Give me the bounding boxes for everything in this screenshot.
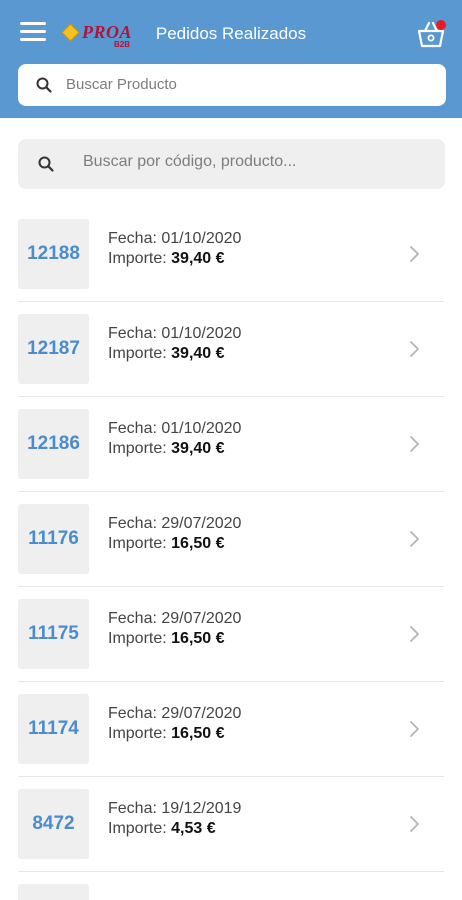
order-code-box [18, 884, 89, 900]
order-amount-label: Importe: [108, 725, 172, 742]
order-code-box: 8472 [18, 789, 89, 859]
order-amount-label: Importe: [108, 345, 172, 362]
order-amount-value: 16,50 € [171, 725, 225, 742]
order-date: Fecha: 29/07/2020 [108, 610, 241, 628]
order-amount-label: Importe: [108, 630, 172, 647]
order-date-label: Fecha: [108, 230, 162, 247]
cart-button[interactable] [414, 18, 448, 50]
order-code-box: 11176 [18, 504, 89, 574]
chevron-right-icon [410, 246, 419, 262]
order-date-label: Fecha: [108, 420, 162, 437]
order-date-label: Fecha: [108, 325, 162, 342]
order-date-value: 19/12/2019 [161, 800, 242, 817]
search-icon [38, 156, 54, 172]
chevron-right-icon [410, 531, 419, 547]
order-amount: Importe: 39,40 € [108, 250, 225, 268]
order-date-value: 29/07/2020 [161, 515, 242, 532]
order-date-value: 29/07/2020 [161, 610, 242, 627]
order-code-box: 11175 [18, 599, 89, 669]
order-code: 11174 [28, 718, 79, 739]
app-header: PROA B2B Pedidos Realizados Buscar Produ… [0, 0, 462, 118]
order-code-box: 12186 [18, 409, 89, 479]
chevron-right-icon [410, 341, 419, 357]
chevron-right-icon [410, 626, 419, 642]
order-date-value: 01/10/2020 [161, 325, 242, 342]
search-icon [36, 77, 52, 93]
order-amount: Importe: 16,50 € [108, 535, 225, 553]
order-amount-value: 16,50 € [171, 535, 225, 552]
chevron-right-icon [410, 721, 419, 737]
order-amount: Importe: 16,50 € [108, 725, 225, 743]
order-amount-value: 39,40 € [171, 440, 225, 457]
order-amount: Importe: 4,53 € [108, 820, 216, 838]
order-list-item[interactable]: 11176 Fecha: 29/07/2020 Importe: 16,50 € [0, 492, 462, 587]
order-date: Fecha: 01/10/2020 [108, 230, 241, 248]
order-code-box: 12188 [18, 219, 89, 289]
order-date-label: Fecha: [108, 610, 162, 627]
order-amount-value: 39,40 € [171, 250, 225, 267]
chevron-right-icon [410, 436, 419, 452]
order-code: 12188 [27, 243, 80, 264]
order-amount: Importe: 16,50 € [108, 630, 225, 648]
order-date-label: Fecha: [108, 705, 162, 722]
product-search-bar[interactable]: Buscar Producto [18, 64, 446, 106]
order-amount-label: Importe: [108, 535, 172, 552]
order-amount-label: Importe: [108, 250, 172, 267]
order-amount: Importe: 39,40 € [108, 440, 225, 458]
order-list-item[interactable]: 8472 Fecha: 19/12/2019 Importe: 4,53 € [0, 777, 462, 872]
order-list-item[interactable]: 11174 Fecha: 29/07/2020 Importe: 16,50 € [0, 682, 462, 777]
page-title: Pedidos Realizados [155, 24, 307, 43]
order-date: Fecha: 01/10/2020 [108, 420, 241, 438]
chevron-right-icon [410, 816, 419, 832]
order-list-item[interactable]: 11175 Fecha: 29/07/2020 Importe: 16,50 € [0, 587, 462, 682]
order-date: Fecha: 29/07/2020 [108, 515, 241, 533]
order-date-value: 01/10/2020 [161, 420, 242, 437]
order-code: 8472 [32, 813, 75, 834]
order-amount-label: Importe: [108, 440, 172, 457]
order-list-item[interactable]: 12188 Fecha: 01/10/2020 Importe: 39,40 € [0, 207, 462, 302]
order-amount-label: Importe: [108, 820, 172, 837]
order-code-box: 11174 [18, 694, 89, 764]
order-code: 12187 [27, 338, 80, 359]
order-list-item-partial[interactable] [0, 872, 462, 900]
order-filter-input[interactable]: Buscar por código, producto... [18, 139, 445, 189]
order-code: 12186 [27, 433, 80, 454]
order-list-item[interactable]: 12186 Fecha: 01/10/2020 Importe: 39,40 € [0, 397, 462, 492]
order-date-label: Fecha: [108, 800, 162, 817]
order-amount-value: 4,53 € [171, 820, 216, 837]
order-amount-value: 16,50 € [171, 630, 225, 647]
order-date-value: 01/10/2020 [161, 230, 242, 247]
order-date-value: 29/07/2020 [161, 705, 242, 722]
order-amount: Importe: 39,40 € [108, 345, 225, 363]
order-date: Fecha: 29/07/2020 [108, 705, 241, 723]
order-date-label: Fecha: [108, 515, 162, 532]
order-code-box: 12187 [18, 314, 89, 384]
product-search-placeholder: Buscar Producto [66, 76, 177, 93]
cart-badge [436, 20, 446, 30]
order-code: 11175 [28, 623, 79, 644]
order-amount-value: 39,40 € [171, 345, 225, 362]
order-list-item[interactable]: 12187 Fecha: 01/10/2020 Importe: 39,40 € [0, 302, 462, 397]
order-date: Fecha: 19/12/2019 [108, 800, 241, 818]
order-date: Fecha: 01/10/2020 [108, 325, 241, 343]
order-filter-placeholder: Buscar por código, producto... [83, 153, 297, 170]
order-code: 11176 [28, 528, 79, 549]
